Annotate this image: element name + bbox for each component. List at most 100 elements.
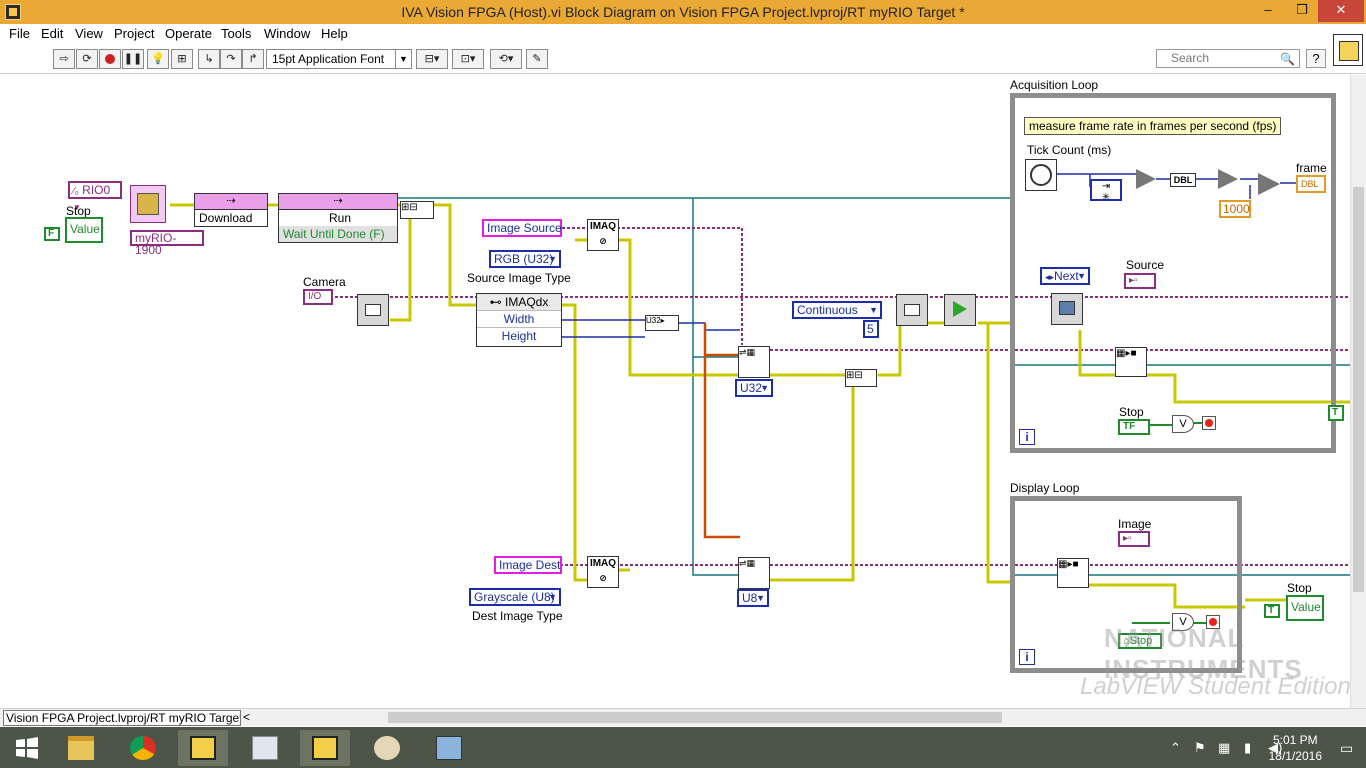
window-title: IVA Vision FPGA (Host).vi Block Diagram …	[401, 4, 965, 20]
or-icon[interactable]: V	[1172, 415, 1194, 433]
context-help-button[interactable]: ?	[1306, 49, 1326, 68]
highlight-execution-icon[interactable]: 💡	[147, 49, 169, 69]
step-over-icon[interactable]: ↷	[220, 49, 242, 69]
imaqdx-property-node[interactable]: ⊷ IMAQdx Width Height	[476, 293, 562, 347]
chrome-icon[interactable]	[118, 730, 168, 766]
ni-max-icon[interactable]	[240, 730, 290, 766]
scroll-left-icon[interactable]: <	[243, 710, 250, 724]
system-clock[interactable]: 5:01 PM 18/1/2016	[1269, 732, 1322, 764]
fpga-read-display-node[interactable]: ▦▸■	[1057, 558, 1089, 588]
loop-condition-icon[interactable]	[1202, 416, 1216, 430]
tick-count-node[interactable]	[1025, 159, 1057, 191]
minimize-button[interactable]: –	[1252, 0, 1284, 22]
stop-right-property-node[interactable]: Value	[1286, 595, 1324, 621]
buffer-count-constant[interactable]: 5	[863, 320, 879, 338]
step-into-icon[interactable]: ↳	[198, 49, 220, 69]
start-button[interactable]	[2, 730, 52, 766]
merge-errors-node-2[interactable]: ⊞⊟	[845, 369, 877, 387]
run-continuously-icon[interactable]: ⟳	[76, 49, 98, 69]
u32-ring[interactable]: U32 ▼	[735, 379, 773, 397]
true-constant[interactable]: T	[1328, 405, 1344, 421]
imaq-dest-label: IMAQ	[589, 558, 617, 569]
next-buffer-value: Next	[1054, 269, 1079, 283]
clean-up-diagram-icon[interactable]: ✎	[526, 49, 548, 69]
distribute-objects-icon[interactable]: ⊡▾	[452, 49, 484, 69]
menu-project[interactable]: Project	[114, 26, 154, 41]
abort-icon[interactable]	[99, 49, 121, 69]
reorder-icon[interactable]: ⟲▾	[490, 49, 522, 69]
horizontal-scroll-thumb[interactable]	[388, 712, 1002, 723]
acquisition-mode-ring[interactable]: Continuous ▼	[792, 301, 882, 319]
network-icon[interactable]: ▦	[1218, 740, 1230, 756]
multiply-icon[interactable]	[1258, 173, 1280, 195]
power-icon[interactable]: ▮	[1244, 740, 1251, 756]
retain-wire-values-icon[interactable]: ⊞	[171, 49, 193, 69]
true-constant-2[interactable]: T	[1264, 604, 1280, 618]
menu-view[interactable]: View	[75, 26, 103, 41]
notifications-icon[interactable]: ▭	[1340, 740, 1353, 757]
labview-taskbar-icon[interactable]	[178, 730, 228, 766]
menu-edit[interactable]: Edit	[41, 26, 63, 41]
to-double-node[interactable]: DBL	[1170, 173, 1196, 187]
false-constant[interactable]: F	[44, 227, 60, 241]
open-fpga-reference-node[interactable]	[130, 185, 166, 223]
remote-desktop-icon[interactable]	[424, 730, 474, 766]
rio-resource-control[interactable]: ⁄₀ RIO0 ▼	[68, 181, 122, 212]
extract-buffer-node[interactable]	[1051, 293, 1083, 325]
camera-label: Camera	[303, 275, 346, 289]
fpga-read-dest-node[interactable]: ⇌▦	[738, 557, 770, 589]
project-context[interactable]: Vision FPGA Project.lvproj/RT myRIO Targ…	[3, 710, 241, 726]
run-arrow-icon[interactable]: ⇨	[53, 49, 75, 69]
rio-resource-value: RIO0	[82, 183, 111, 197]
vertical-scrollbar[interactable]	[1350, 75, 1366, 708]
menu-tools[interactable]: Tools	[221, 26, 251, 41]
paint-icon[interactable]	[362, 730, 412, 766]
fpga-write-buffer-node[interactable]: ▦▸■	[1115, 347, 1147, 377]
vertical-scroll-thumb[interactable]	[1353, 187, 1364, 592]
file-explorer-icon[interactable]	[56, 730, 106, 766]
imaq-create-source-node[interactable]: IMAQ ⊘	[587, 219, 619, 251]
camera-io-control[interactable]: I/O	[303, 289, 333, 305]
menu-window[interactable]: Window	[264, 26, 310, 41]
vi-icon[interactable]	[1333, 34, 1363, 66]
labview-taskbar-icon-2[interactable]	[300, 730, 350, 766]
restore-button[interactable]: ❒	[1286, 0, 1318, 22]
imaq-create-dest-node[interactable]: IMAQ ⊘	[587, 556, 619, 588]
align-objects-icon[interactable]: ⊟▾	[416, 49, 448, 69]
image-source-constant[interactable]: Image Source	[482, 219, 562, 237]
next-buffer-ring[interactable]: ◂▸Next ▼	[1040, 267, 1090, 285]
menu-help[interactable]: Help	[321, 26, 348, 41]
reciprocal-icon[interactable]	[1218, 169, 1238, 189]
source-image-type-label: Source Image Type	[467, 271, 571, 285]
join-numbers-node[interactable]: U32▸	[645, 315, 679, 331]
stop-tf-control[interactable]: TF	[1118, 419, 1150, 435]
font-selector[interactable]: 15pt Application Font ▼	[266, 49, 412, 69]
invoke-arrow-icon: ⇢	[195, 194, 267, 210]
menu-operate[interactable]: Operate	[165, 26, 212, 41]
pause-icon[interactable]: ❚❚	[122, 49, 144, 69]
configure-grab-node[interactable]	[896, 294, 928, 326]
block-diagram-canvas[interactable]: ⁄₀ RIO0 ▼ Stop Value F myRIO-1900 ⇢ Down…	[0, 75, 1366, 708]
camera-open-node[interactable]	[357, 294, 389, 326]
source-image-type-ring[interactable]: RGB (U32) ▼	[489, 250, 561, 268]
start-acquisition-node[interactable]	[944, 294, 976, 326]
tray-chevron-icon[interactable]: ⌃	[1170, 740, 1181, 756]
image-dest-constant[interactable]: Image Dest	[494, 556, 562, 574]
shift-register-feedback-node[interactable]: ⇥ ✳	[1090, 179, 1122, 203]
subtract-icon[interactable]	[1136, 169, 1156, 189]
search-input[interactable]: Search 🔍	[1156, 49, 1300, 68]
merge-errors-node[interactable]: ⊞⊟	[400, 201, 434, 219]
close-button[interactable]: ✕	[1318, 0, 1364, 22]
download-invoke-node[interactable]: ⇢ Download	[194, 193, 268, 227]
thousand-constant[interactable]: 1000	[1219, 200, 1251, 218]
dest-image-type-ring[interactable]: Grayscale (U8) ▼	[469, 588, 561, 606]
u8-ring[interactable]: U8 ▼	[737, 589, 769, 607]
menu-file[interactable]: File	[9, 26, 30, 41]
run-invoke-node[interactable]: ⇢ Run Wait Until Done (F)	[278, 193, 398, 243]
frame-rate-indicator: DBL	[1296, 175, 1326, 193]
stop-property-node[interactable]: Value	[65, 217, 103, 243]
stop-right-label: Stop	[1287, 581, 1312, 595]
flag-icon[interactable]: ⚑	[1194, 740, 1206, 756]
step-out-icon[interactable]: ↱	[242, 49, 264, 69]
fpga-write-source-node[interactable]: ⇌▦	[738, 346, 770, 378]
